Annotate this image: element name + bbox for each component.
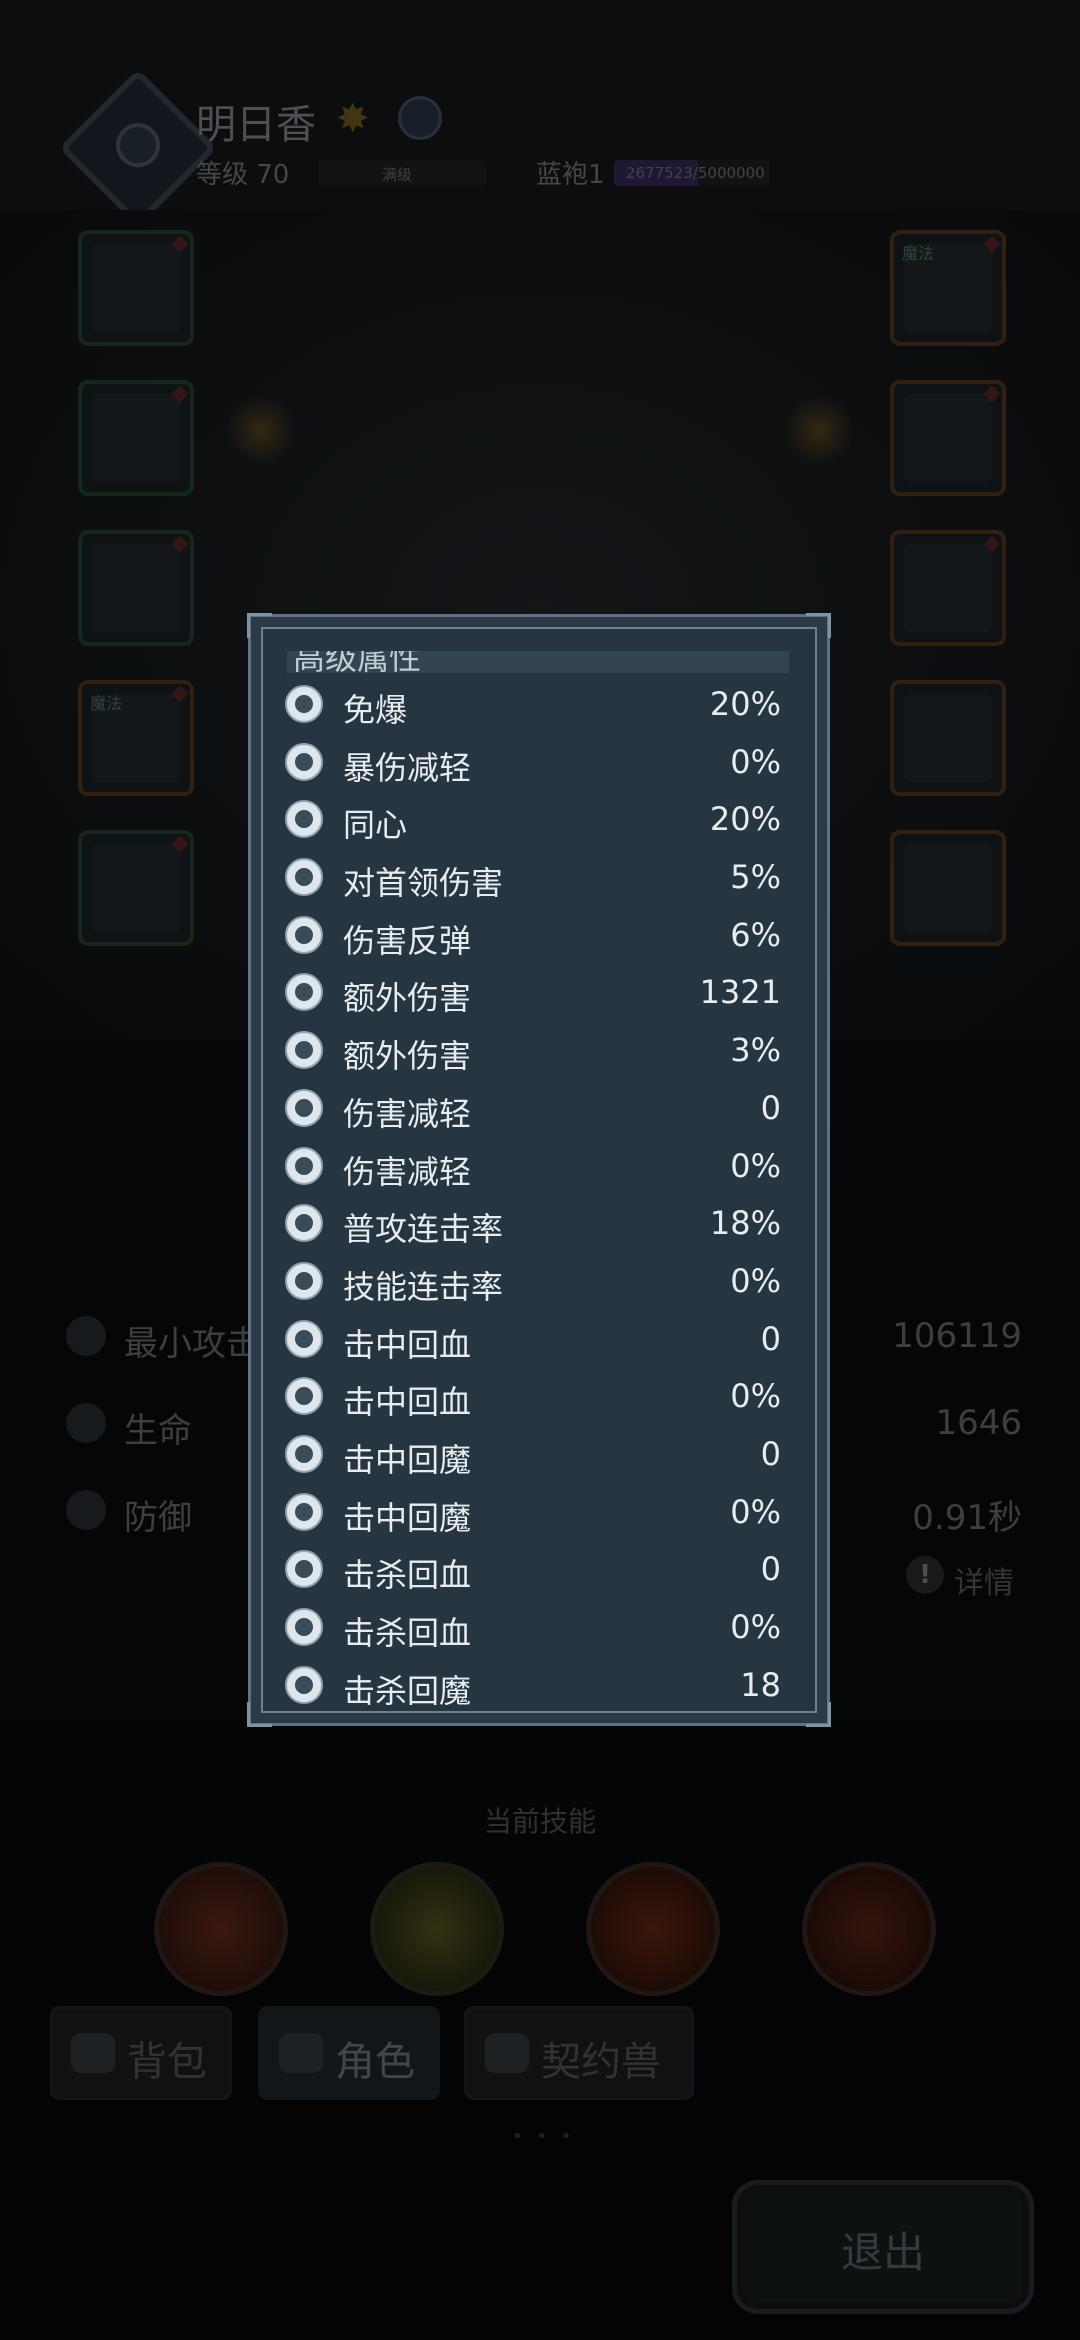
- attribute-value: 0%: [730, 742, 781, 781]
- attribute-row: 暴伤减轻 0%: [279, 733, 803, 791]
- bounce-icon: [285, 915, 323, 954]
- attribute-value: 0: [760, 1319, 781, 1358]
- advanced-attributes-panel: 高级属性 免爆 20% 暴伤减轻 0% 同心 20% 对首领伤害 5% 伤害反弹 6% 额外伤害 13…: [247, 613, 831, 1727]
- kill-heal-icon: [285, 1608, 323, 1646]
- attribute-row: 对首领伤害 5%: [279, 848, 803, 906]
- attribute-value: 0%: [730, 1492, 781, 1531]
- corner-ornament: [806, 1702, 831, 1727]
- attribute-label: 击中回血: [343, 1325, 472, 1364]
- armor-icon: [285, 1146, 323, 1185]
- attribute-label: 免爆: [343, 691, 408, 729]
- attribute-label: 击中回魔: [343, 1498, 472, 1537]
- attribute-list[interactable]: 免爆 20% 暴伤减轻 0% 同心 20% 对首领伤害 5% 伤害反弹 6% 额外伤害 1321 额外伤…: [279, 675, 803, 1705]
- attribute-label: 伤害减轻: [343, 1152, 472, 1191]
- attribute-label: 击杀回魔: [343, 1671, 472, 1705]
- hit-mana-icon: [285, 1434, 323, 1473]
- kill-heal-icon: [285, 1550, 323, 1589]
- character-screen: 明日香 ✸ 等级 70 满级 蓝袍1 2677523/5000000 魔法 魔法…: [0, 0, 1080, 2340]
- attribute-value: 20%: [709, 800, 781, 839]
- attribute-value: 5%: [730, 858, 781, 897]
- attribute-row: 击中回魔 0: [279, 1425, 803, 1483]
- swirl-icon: [285, 742, 323, 781]
- section-title: 高级属性: [293, 651, 422, 673]
- attribute-label: 击杀回血: [343, 1614, 472, 1652]
- attribute-row: 技能连击率 0%: [279, 1252, 803, 1310]
- attribute-label: 对首领伤害: [343, 864, 504, 903]
- attribute-row: 击杀回血 0: [279, 1540, 803, 1598]
- attribute-row: 额外伤害 3%: [279, 1021, 803, 1079]
- armor-icon: [285, 1088, 323, 1127]
- boot-icon: [285, 973, 323, 1012]
- attribute-value: 0: [760, 1434, 781, 1473]
- attribute-value: 18: [740, 1665, 781, 1704]
- kill-mana-icon: [285, 1665, 323, 1704]
- attribute-row: 免爆 20%: [279, 675, 803, 733]
- shield-cross-icon: [285, 685, 323, 723]
- attribute-value: 0%: [730, 1377, 781, 1416]
- attribute-row: 击杀回血 0%: [279, 1598, 803, 1656]
- hit-heal-icon: [285, 1377, 323, 1416]
- attribute-row: 伤害减轻 0: [279, 1079, 803, 1137]
- attribute-row: 击中回魔 0%: [279, 1483, 803, 1541]
- corner-ornament: [247, 1702, 272, 1727]
- boot-icon: [285, 1031, 323, 1070]
- attribute-row: 伤害减轻 0%: [279, 1137, 803, 1195]
- attribute-row: 击中回血 0: [279, 1310, 803, 1368]
- attribute-label: 伤害减轻: [343, 1094, 472, 1133]
- attribute-row: 普攻连击率 18%: [279, 1194, 803, 1252]
- attribute-value: 0%: [730, 1608, 781, 1646]
- demon-head-icon: [285, 858, 323, 897]
- hit-mana-icon: [285, 1492, 323, 1531]
- attribute-label: 同心: [343, 806, 408, 845]
- attribute-value: 20%: [709, 685, 781, 723]
- attribute-label: 额外伤害: [343, 979, 472, 1018]
- attribute-value: 0: [760, 1088, 781, 1127]
- attribute-label: 伤害反弹: [343, 921, 472, 960]
- attribute-value: 0%: [730, 1146, 781, 1185]
- attribute-label: 暴伤减轻: [343, 748, 472, 787]
- attribute-value: 6%: [730, 915, 781, 954]
- attribute-value: 3%: [730, 1031, 781, 1070]
- attribute-value: 0: [760, 1550, 781, 1589]
- scroll-icon: [285, 800, 323, 839]
- attribute-label: 击杀回血: [343, 1556, 472, 1595]
- corner-ornament: [247, 613, 272, 638]
- attribute-label: 额外伤害: [343, 1037, 472, 1076]
- section-header: 高级属性: [287, 651, 789, 673]
- combo-icon: [285, 1204, 323, 1243]
- attribute-label: 普攻连击率: [343, 1210, 504, 1249]
- attribute-value: 0%: [730, 1261, 781, 1300]
- attribute-label: 击中回魔: [343, 1440, 472, 1479]
- attribute-row: 击中回血 0%: [279, 1367, 803, 1425]
- attribute-label: 击中回血: [343, 1383, 472, 1422]
- attribute-row: 额外伤害 1321: [279, 963, 803, 1021]
- attribute-value: 18%: [709, 1204, 781, 1243]
- attribute-value: 1321: [699, 973, 781, 1012]
- attribute-label: 技能连击率: [343, 1267, 504, 1306]
- attribute-row: 同心 20%: [279, 790, 803, 848]
- corner-ornament: [806, 613, 831, 638]
- attribute-row: 击杀回魔 18: [279, 1656, 803, 1705]
- attribute-row: 伤害反弹 6%: [279, 906, 803, 964]
- skill-combo-icon: [285, 1261, 323, 1300]
- hit-heal-icon: [285, 1319, 323, 1358]
